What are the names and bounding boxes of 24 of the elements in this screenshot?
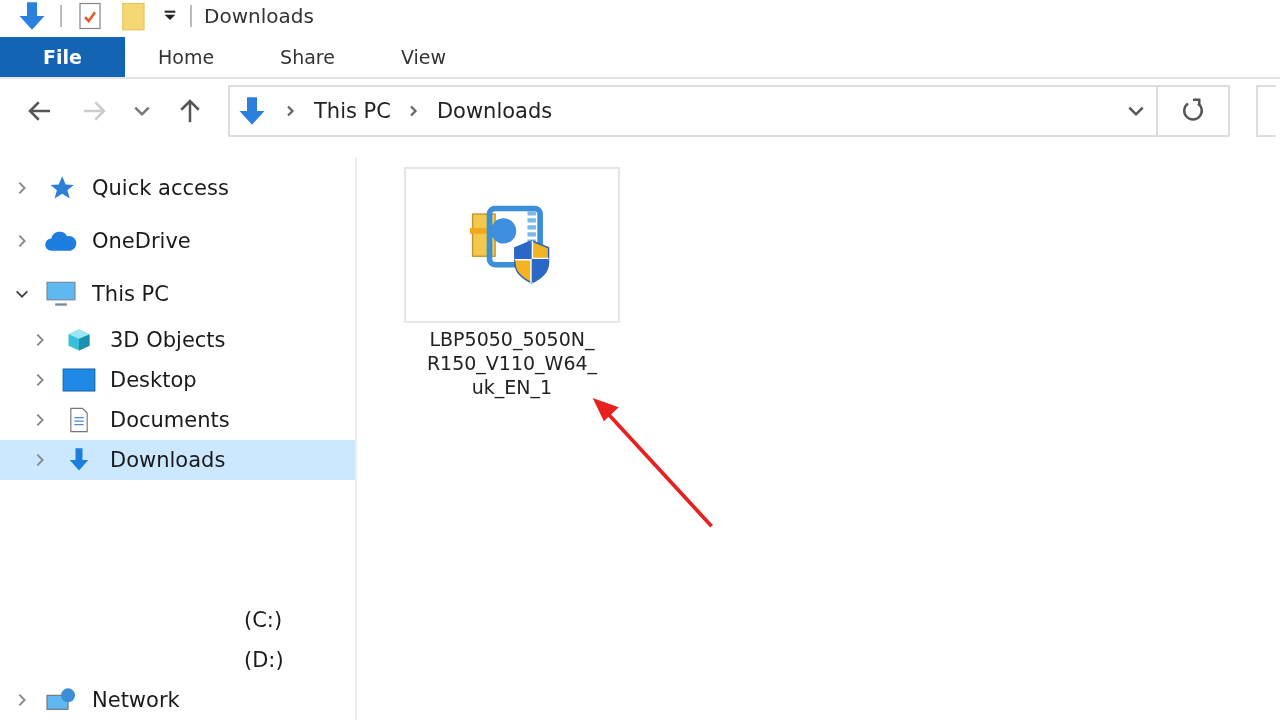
ribbon-tab[interactable]: View (367, 37, 480, 77)
navigation-item[interactable]: Network (0, 680, 355, 720)
navigation-item[interactable]: OneDrive (0, 214, 355, 267)
navigation-item[interactable]: Documents (0, 400, 355, 440)
navigation-item[interactable]: Quick access (0, 161, 355, 214)
file-name[interactable]: LBP5050_5050N_ R150_V110_W64_ uk_EN_1 (426, 327, 598, 399)
window-title: Downloads (204, 3, 314, 28)
breadcrumb[interactable]: This PC (314, 99, 391, 123)
navigation-item[interactable]: Downloads (0, 440, 355, 480)
desktop-icon (62, 366, 96, 394)
breadcrumb[interactable]: Downloads (436, 99, 553, 123)
ribbon-tab[interactable]: File (0, 37, 125, 77)
navigation-item[interactable]: (D:) (0, 640, 355, 680)
ribbon-tab[interactable]: Home (125, 37, 248, 77)
navigation-item[interactable]: (C:) (0, 600, 355, 640)
navigation-item[interactable]: This PC (0, 267, 355, 320)
navigation-item[interactable]: Desktop (0, 360, 355, 400)
file-thumbnail[interactable] (404, 167, 620, 323)
navigation-item[interactable]: 3D Objects (0, 320, 355, 360)
monitor-icon (44, 279, 78, 308)
refresh-button[interactable] (1158, 85, 1230, 137)
search-field[interactable] (1256, 85, 1276, 137)
address-bar[interactable]: This PC Downloads (228, 85, 1158, 137)
ribbon-tab[interactable]: Share (247, 37, 368, 77)
